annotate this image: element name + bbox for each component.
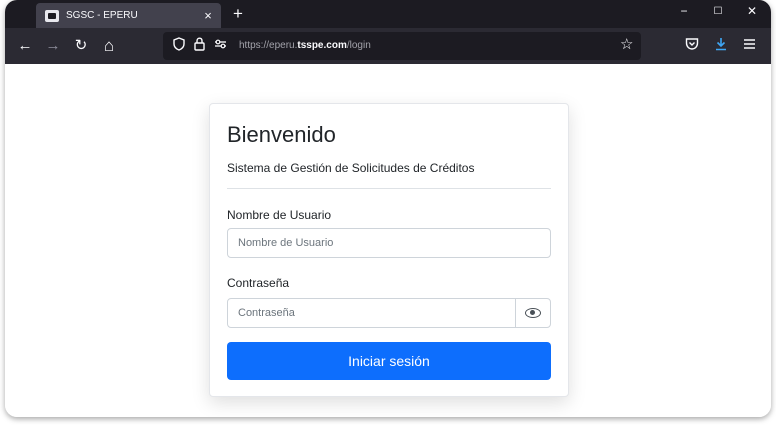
password-label: Contraseña (227, 276, 290, 290)
close-tab-icon[interactable]: × (199, 8, 217, 23)
tab-title: SGSC - EPERU (66, 10, 138, 21)
site-favicon-icon (45, 9, 59, 22)
login-card: Bienvenido Sistema de Gestión de Solicit… (209, 103, 569, 397)
tab-strip: SGSC - EPERU × + − ☐ ✕ (5, 0, 771, 28)
page-content: Bienvenido Sistema de Gestión de Solicit… (5, 64, 771, 417)
bookmark-star-icon[interactable]: ☆ (620, 36, 633, 54)
menu-icon[interactable] (743, 37, 756, 55)
page-subtitle: Sistema de Gestión de Solicitudes de Cré… (227, 161, 475, 175)
navigation-toolbar: ← → ↻ ⌂ https://eperu.tsspe.com/login ☆ (5, 28, 771, 64)
login-button[interactable]: Iniciar sesión (227, 342, 551, 380)
back-button[interactable]: ← (15, 36, 35, 56)
page-title: Bienvenido (227, 122, 336, 147)
url-domain: tsspe.com (297, 40, 347, 51)
pocket-icon[interactable] (685, 37, 699, 55)
home-button[interactable]: ⌂ (99, 36, 119, 56)
shield-icon[interactable] (173, 37, 185, 56)
url-text: https://eperu.tsspe.com/login (239, 40, 371, 51)
reload-button[interactable]: ↻ (71, 36, 91, 56)
username-input[interactable]: Nombre de Usuario (227, 228, 551, 258)
maximize-window-button[interactable]: ☐ (708, 6, 728, 17)
lock-icon[interactable] (194, 37, 205, 56)
download-icon[interactable] (714, 37, 728, 56)
minimize-window-button[interactable]: − (674, 4, 694, 18)
password-input[interactable]: Contraseña (227, 298, 516, 328)
address-bar[interactable]: https://eperu.tsspe.com/login ☆ (163, 32, 641, 60)
close-window-button[interactable]: ✕ (742, 4, 762, 18)
url-path: /login (346, 40, 371, 51)
browser-window: SGSC - EPERU × + − ☐ ✕ ← → ↻ ⌂ https://e… (5, 0, 771, 417)
new-tab-button[interactable]: + (228, 3, 248, 25)
forward-button[interactable]: → (43, 36, 63, 56)
eye-icon (525, 308, 541, 318)
permissions-icon[interactable] (214, 37, 227, 55)
username-label: Nombre de Usuario (227, 208, 332, 222)
toggle-password-visibility-button[interactable] (515, 298, 551, 328)
divider (227, 188, 551, 189)
url-prefix: https://eperu. (239, 40, 298, 51)
browser-tab[interactable]: SGSC - EPERU × (36, 3, 221, 28)
